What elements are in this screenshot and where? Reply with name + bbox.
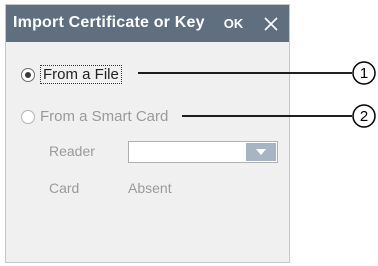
radio-button-from-smart-card[interactable] bbox=[21, 109, 35, 124]
card-status-value: Absent bbox=[128, 180, 172, 196]
title-bar: Import Certificate or Key OK bbox=[6, 5, 289, 42]
radio-from-file[interactable]: From a File bbox=[21, 65, 122, 84]
reader-dropdown-button[interactable] bbox=[246, 143, 276, 161]
callout-circle-2 bbox=[352, 104, 376, 128]
from-smart-card-label[interactable]: From a Smart Card bbox=[40, 108, 168, 125]
close-button[interactable] bbox=[252, 5, 289, 42]
radio-selected-dot bbox=[25, 71, 31, 78]
dialog-title: Import Certificate or Key bbox=[13, 14, 205, 31]
radio-from-smart-card[interactable]: From a Smart Card bbox=[21, 108, 168, 125]
callout-circle-1 bbox=[352, 61, 376, 85]
import-certificate-dialog: Import Certificate or Key OK From a File… bbox=[5, 4, 290, 263]
callout-number-2: 2 bbox=[360, 108, 368, 125]
from-file-label[interactable]: From a File bbox=[40, 65, 122, 84]
close-icon bbox=[263, 16, 278, 31]
radio-button-from-file[interactable] bbox=[21, 67, 35, 82]
card-label: Card bbox=[49, 180, 80, 196]
chevron-down-icon bbox=[256, 149, 266, 155]
callout-number-1: 1 bbox=[360, 65, 368, 82]
reader-dropdown[interactable] bbox=[128, 141, 278, 163]
ok-button[interactable]: OK bbox=[215, 5, 252, 42]
reader-label: Reader bbox=[49, 143, 95, 159]
